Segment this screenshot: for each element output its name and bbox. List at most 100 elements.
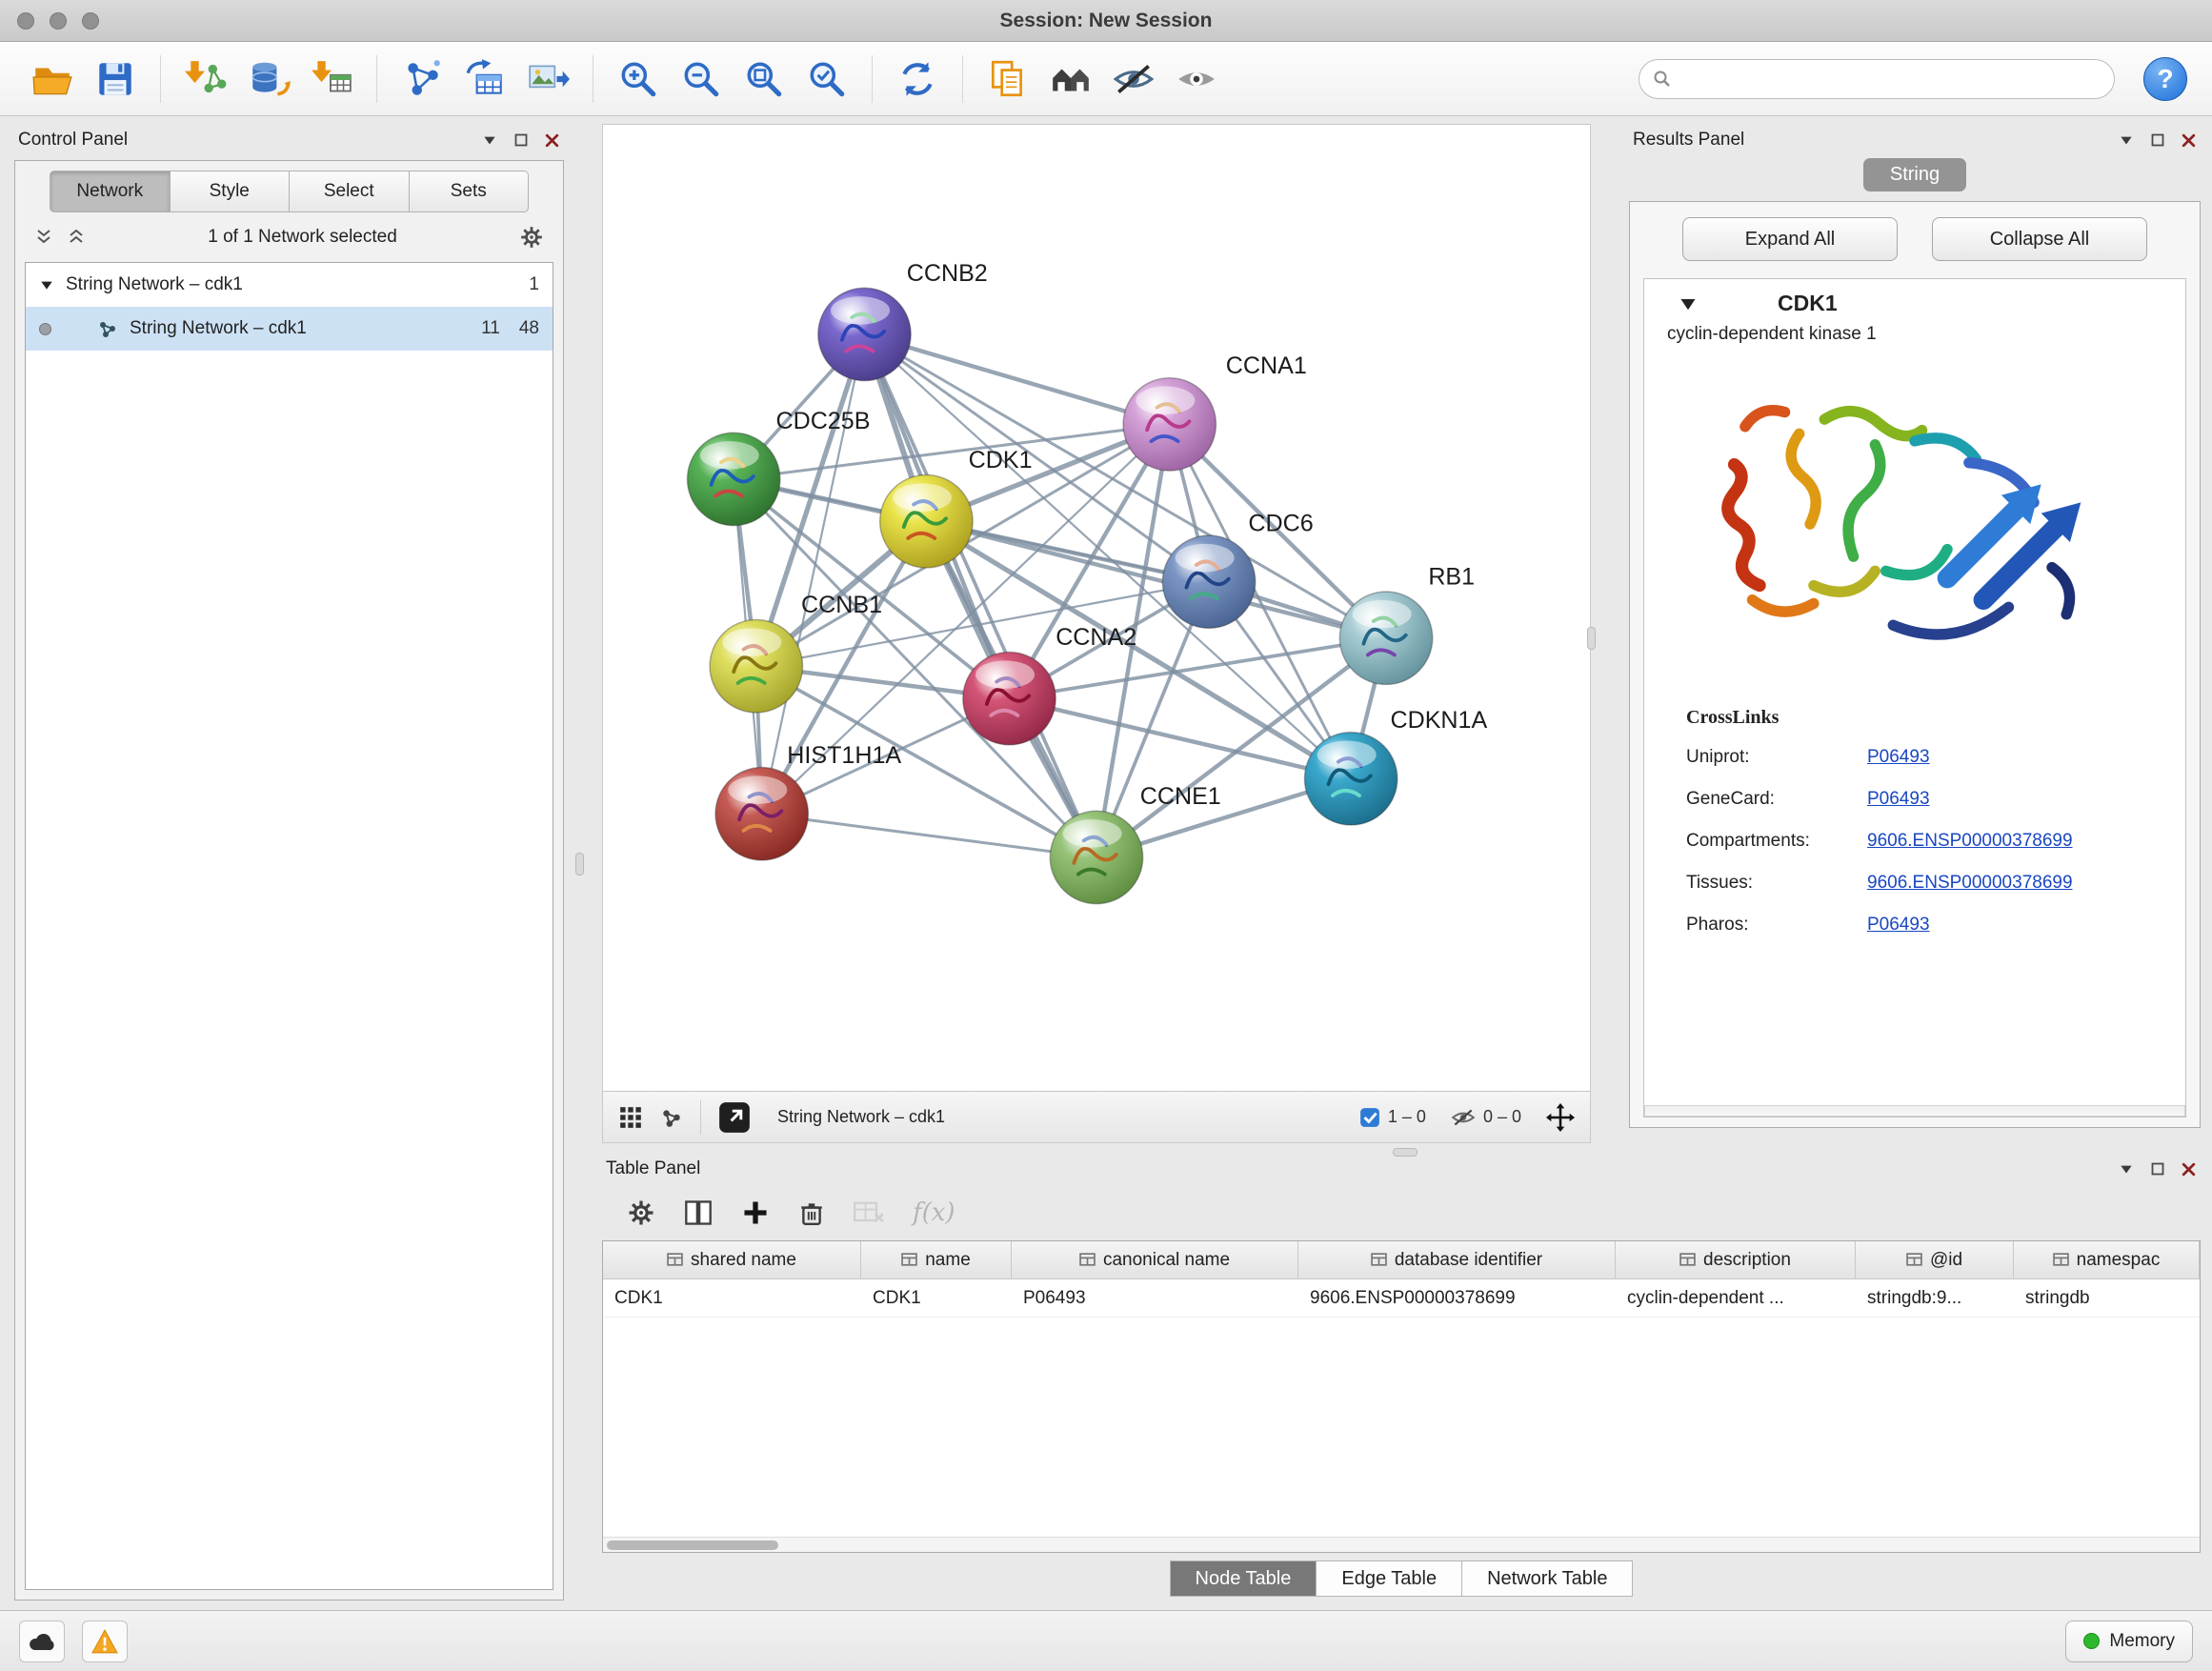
network-collection-row[interactable]: String Network – cdk1 1 — [26, 263, 553, 307]
delete-trash-icon[interactable] — [798, 1199, 825, 1226]
close-window-button[interactable] — [17, 12, 34, 30]
network-node-cdk1[interactable] — [880, 475, 973, 568]
save-session-button[interactable] — [88, 51, 143, 107]
column-header[interactable]: name — [861, 1241, 1012, 1278]
zoom-selected-button[interactable] — [799, 51, 855, 107]
splitter-handle[interactable] — [575, 853, 584, 876]
tree-expand-icon[interactable] — [39, 277, 54, 292]
network-row-selected[interactable]: String Network – cdk1 11 48 — [26, 307, 553, 351]
add-column-plus-icon[interactable] — [741, 1198, 770, 1227]
tab-network-table[interactable]: Network Table — [1462, 1560, 1633, 1597]
hidden-eye-slash-icon[interactable] — [1451, 1105, 1476, 1130]
maximize-window-button[interactable] — [82, 12, 99, 30]
tab-sets[interactable]: Sets — [410, 171, 530, 212]
warnings-button[interactable] — [82, 1621, 128, 1662]
network-node-cdc25b[interactable] — [687, 433, 779, 525]
network-edge[interactable] — [926, 521, 1386, 638]
panel-collapse-icon[interactable] — [2118, 131, 2135, 149]
table-settings-gear-icon[interactable] — [627, 1198, 655, 1227]
panel-float-icon[interactable] — [2150, 1161, 2165, 1177]
tab-select[interactable]: Select — [290, 171, 410, 212]
crosslink-value-link[interactable]: P06493 — [1867, 789, 1930, 810]
collapse-all-button[interactable]: Collapse All — [1932, 217, 2147, 261]
tab-string[interactable]: String — [1863, 158, 1966, 191]
network-edge[interactable] — [1009, 698, 1351, 778]
cloud-status-button[interactable] — [19, 1621, 65, 1662]
memory-button[interactable]: Memory — [2065, 1621, 2193, 1662]
splitter-handle[interactable] — [1587, 627, 1596, 650]
network-node-ccnb2[interactable] — [818, 288, 911, 380]
apply-layout-button[interactable] — [890, 51, 945, 107]
copy-button[interactable] — [980, 51, 1036, 107]
network-node-rb1[interactable] — [1339, 592, 1432, 684]
panel-float-icon[interactable] — [2150, 132, 2165, 148]
zoom-selected-icon — [805, 57, 849, 101]
import-network-file-button[interactable] — [178, 51, 233, 107]
network-edge[interactable] — [864, 334, 1169, 424]
network-node-ccnb1[interactable] — [710, 620, 802, 713]
network-node-ccna2[interactable] — [963, 652, 1056, 744]
open-in-new-icon[interactable] — [718, 1101, 751, 1134]
scrollbar-thumb[interactable] — [607, 1540, 778, 1550]
selected-checkbox-icon[interactable] — [1359, 1107, 1380, 1128]
panel-close-icon[interactable] — [544, 132, 560, 149]
network-edge[interactable] — [864, 334, 1096, 857]
zoom-in-button[interactable] — [611, 51, 666, 107]
move-crosshair-icon[interactable] — [1546, 1103, 1575, 1132]
column-header[interactable]: @id — [1856, 1241, 2014, 1278]
network-node-cdkn1a[interactable] — [1304, 733, 1397, 825]
import-table-button[interactable] — [304, 51, 359, 107]
network-share-icon[interactable] — [660, 1106, 683, 1129]
panel-float-icon[interactable] — [513, 132, 529, 148]
tab-edge-table[interactable]: Edge Table — [1317, 1560, 1462, 1597]
splitter-handle[interactable] — [1393, 1148, 1418, 1157]
section-collapse-icon[interactable] — [1679, 294, 1698, 313]
expand-all-icon[interactable] — [67, 228, 86, 247]
column-header[interactable]: canonical name — [1012, 1241, 1298, 1278]
panel-close-icon[interactable] — [2181, 132, 2197, 149]
crosslink-value-link[interactable]: 9606.ENSP00000378699 — [1867, 831, 2073, 852]
column-header[interactable]: description — [1616, 1241, 1856, 1278]
column-header[interactable]: namespac — [2014, 1241, 2200, 1278]
crosslink-value-link[interactable]: 9606.ENSP00000378699 — [1867, 873, 2073, 894]
gear-icon[interactable] — [519, 225, 544, 250]
network-node-cdc6[interactable] — [1162, 535, 1255, 628]
results-scrollbar[interactable] — [1644, 1105, 2185, 1117]
search-input[interactable] — [1679, 69, 2101, 89]
zoom-out-button[interactable] — [674, 51, 729, 107]
tab-node-table[interactable]: Node Table — [1170, 1560, 1317, 1597]
export-image-button[interactable] — [520, 51, 575, 107]
first-neighbors-button[interactable] — [1043, 51, 1098, 107]
function-builder-icon: f(x) — [913, 1198, 955, 1227]
network-node-ccna1[interactable] — [1123, 378, 1216, 471]
zoom-fit-button[interactable] — [736, 51, 792, 107]
network-node-ccne1[interactable] — [1050, 811, 1142, 903]
table-horizontal-scrollbar[interactable] — [603, 1537, 2200, 1552]
panel-collapse-icon[interactable] — [481, 131, 498, 149]
tab-network[interactable]: Network — [50, 171, 171, 212]
import-network-database-button[interactable] — [241, 51, 296, 107]
birds-eye-grid-icon[interactable] — [618, 1105, 643, 1130]
help-button[interactable]: ? — [2143, 57, 2187, 101]
column-header[interactable]: shared name — [603, 1241, 861, 1278]
table-row[interactable]: CDK1CDK1P064939606.ENSP00000378699cyclin… — [603, 1279, 2200, 1318]
new-network-button[interactable] — [394, 51, 450, 107]
open-session-button[interactable] — [25, 51, 80, 107]
show-all-button[interactable] — [1169, 51, 1224, 107]
network-canvas[interactable]: CCNB2CCNA1CDC25BCDK1CDC6RB1CCNB1CCNA2CDK… — [603, 125, 1590, 1091]
crosslink-value-link[interactable]: P06493 — [1867, 747, 1930, 768]
tab-style[interactable]: Style — [171, 171, 291, 212]
hide-selected-button[interactable] — [1106, 51, 1161, 107]
crosslink-value-link[interactable]: P06493 — [1867, 915, 1930, 936]
column-header[interactable]: database identifier — [1298, 1241, 1616, 1278]
show-columns-icon[interactable] — [684, 1198, 713, 1227]
table-cell: CDK1 — [861, 1279, 1012, 1317]
new-table-button[interactable] — [457, 51, 513, 107]
collapse-all-icon[interactable] — [34, 228, 53, 247]
minimize-window-button[interactable] — [50, 12, 67, 30]
panel-close-icon[interactable] — [2181, 1161, 2197, 1178]
network-node-hist1h1a[interactable] — [715, 768, 808, 860]
network-edge[interactable] — [762, 814, 1096, 857]
panel-collapse-icon[interactable] — [2118, 1160, 2135, 1178]
expand-all-button[interactable]: Expand All — [1682, 217, 1898, 261]
